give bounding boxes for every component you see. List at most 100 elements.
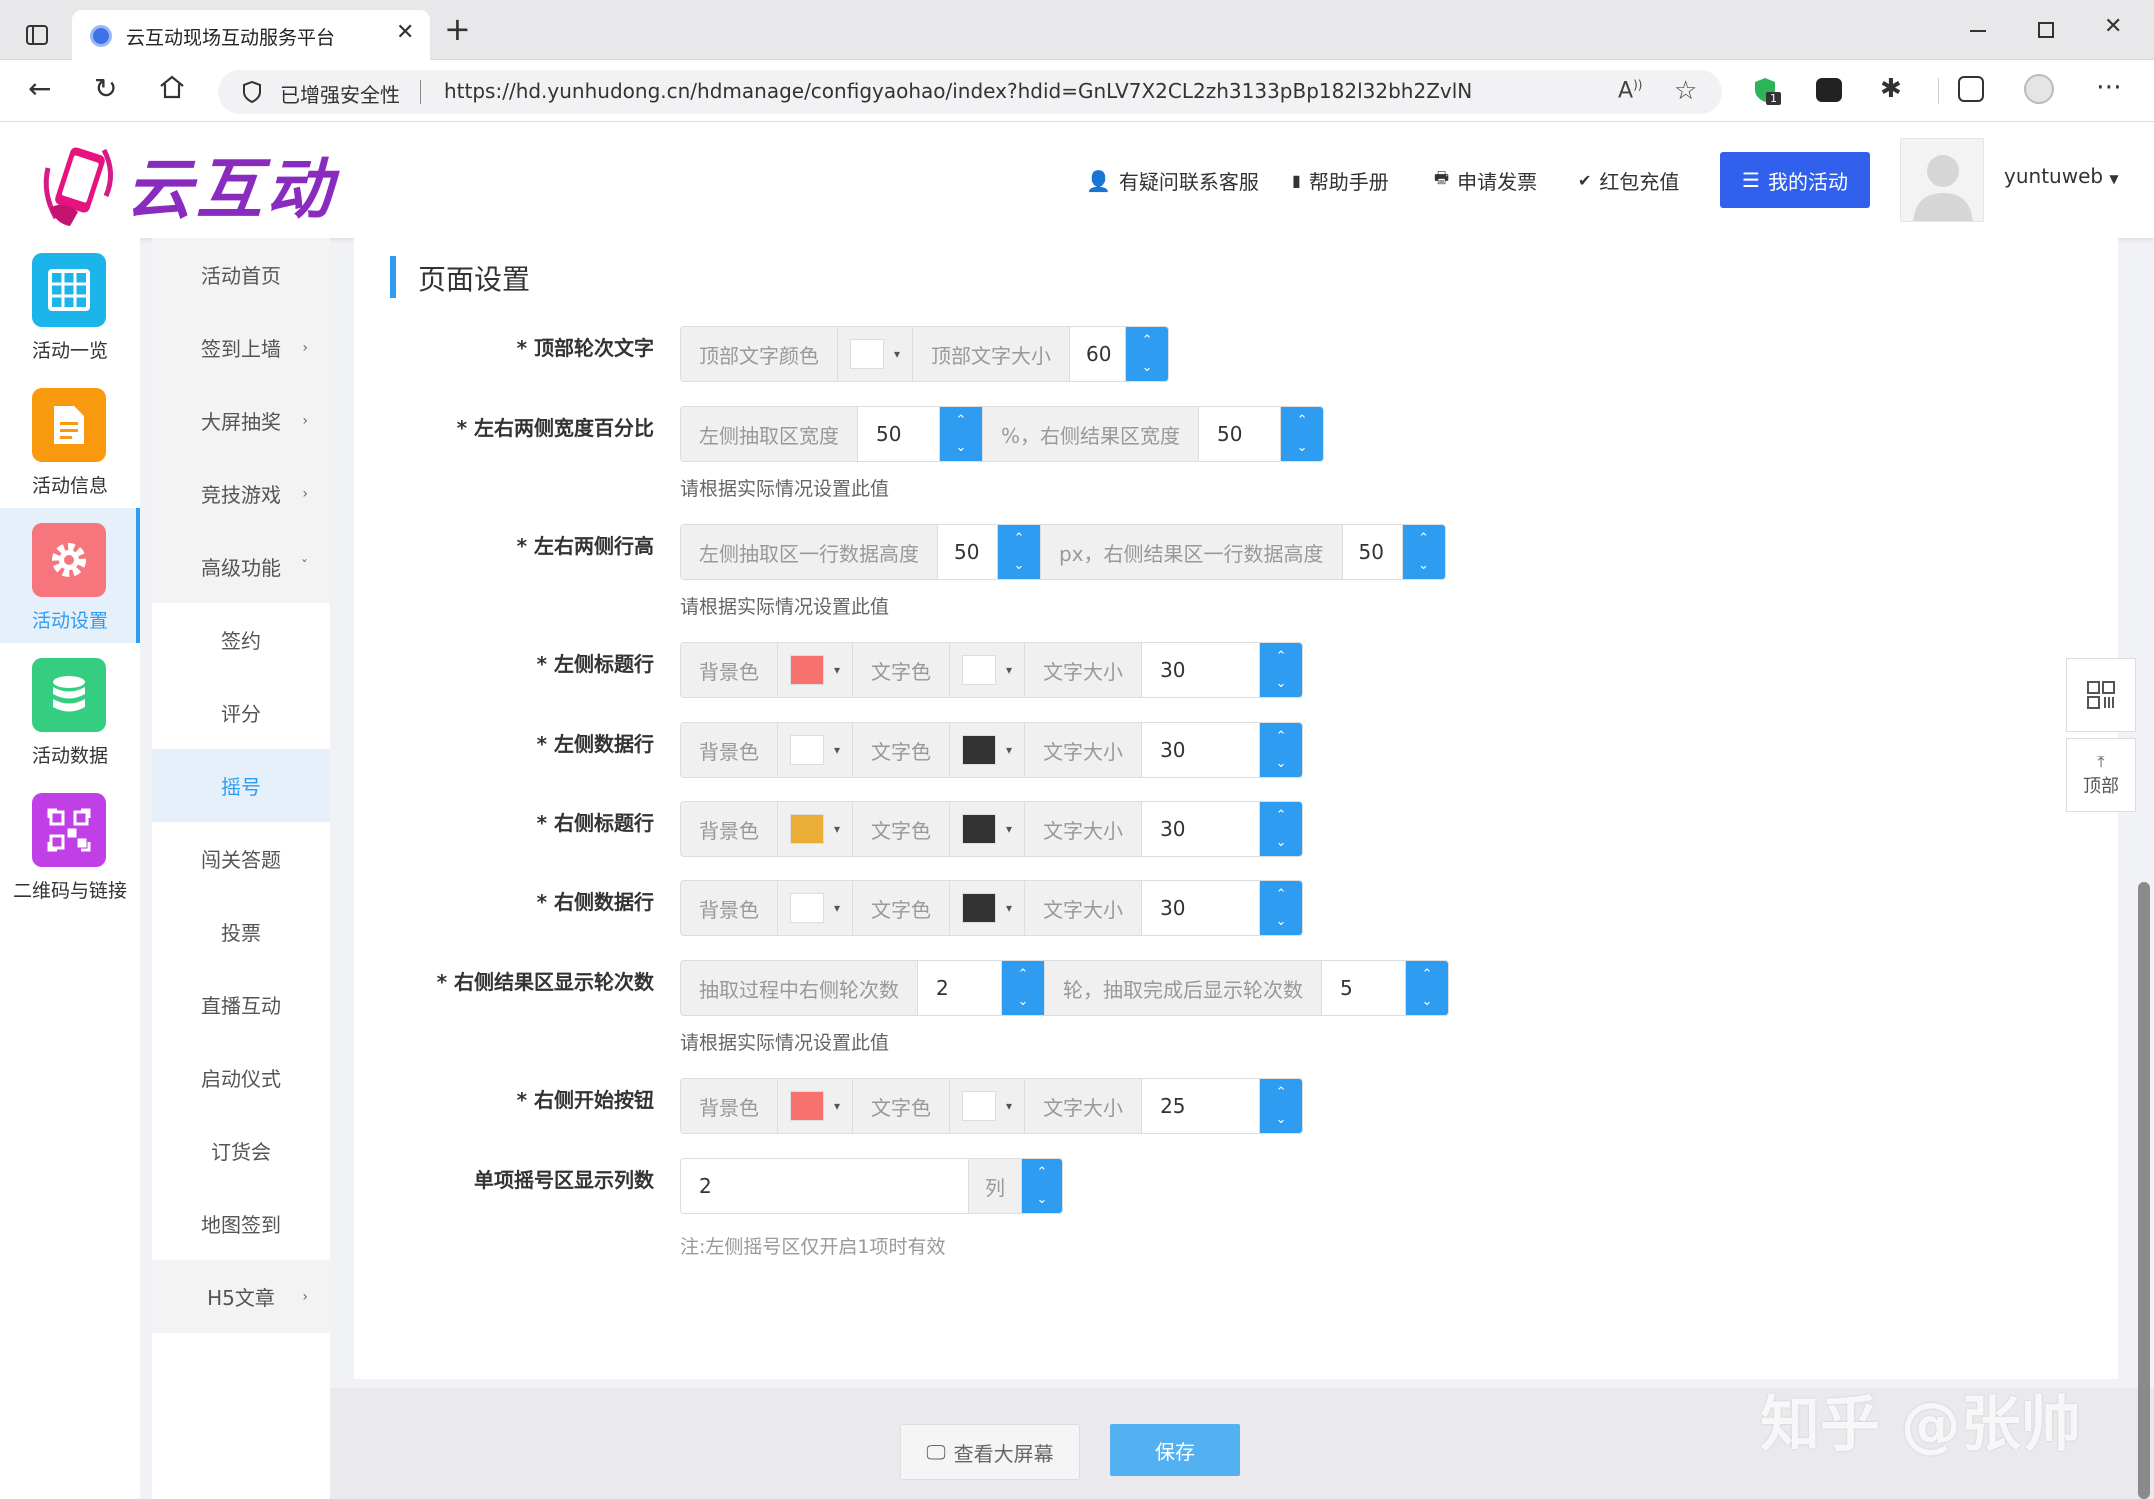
caret-down-icon[interactable]: ⌄ — [1037, 1192, 1048, 1207]
subnav-item-score[interactable]: 评分 — [152, 676, 330, 749]
caret-down-icon[interactable]: ⌄ — [1276, 835, 1287, 850]
caret-up-icon[interactable]: ⌃ — [1037, 1165, 1048, 1180]
bg-color-picker[interactable]: ▾ — [778, 723, 854, 777]
caret-down-icon[interactable]: ⌄ — [1276, 914, 1287, 929]
text-size-input[interactable]: 30 — [1142, 802, 1261, 856]
caret-down-icon[interactable]: ⌄ — [956, 440, 967, 455]
number-spinner[interactable]: ⌃ ⌄ — [940, 407, 982, 461]
subnav-item-h5[interactable]: H5文章 › — [152, 1260, 330, 1333]
username[interactable]: yuntuweb ▼ — [2004, 164, 2119, 188]
logo-text[interactable]: 云互动 — [126, 136, 336, 232]
caret-up-icon[interactable]: ⌃ — [1018, 967, 1029, 982]
process-rounds-input[interactable]: 2 — [918, 961, 1002, 1015]
text-color-picker[interactable]: ▾ — [950, 723, 1026, 777]
invoice-link[interactable]: 🖶 申请发票 — [1434, 166, 1537, 195]
number-spinner[interactable]: ⌃ ⌄ — [1022, 1159, 1062, 1213]
caret-up-icon[interactable]: ⌃ — [1297, 413, 1308, 428]
subnav-item-home[interactable]: 活动首页 — [152, 238, 330, 311]
caret-up-icon[interactable]: ⌃ — [1142, 333, 1153, 348]
subnav-item-live[interactable]: 直播互动 — [152, 968, 330, 1041]
left-width-input[interactable]: 50 — [858, 407, 940, 461]
tab-actions-icon[interactable] — [22, 20, 52, 50]
my-activity-button[interactable]: ☰ 我的活动 — [1720, 152, 1870, 208]
recharge-link[interactable]: ✔ 红包充值 — [1578, 166, 1679, 195]
text-color-picker[interactable]: ▾ — [950, 881, 1026, 935]
read-aloud-icon[interactable]: A)) — [1618, 78, 1642, 103]
save-button[interactable]: 保存 — [1110, 1424, 1240, 1476]
new-tab-icon[interactable]: + — [444, 13, 471, 45]
text-color-picker[interactable]: ▾ — [950, 802, 1026, 856]
number-spinner[interactable]: ⌃ ⌄ — [1281, 407, 1324, 461]
caret-down-icon[interactable]: ⌄ — [1297, 440, 1308, 455]
text-size-input[interactable]: 30 — [1142, 643, 1261, 697]
number-spinner[interactable]: ⌃ ⌄ — [1406, 961, 1448, 1015]
page-scrollbar[interactable] — [2138, 882, 2150, 1499]
back-icon[interactable]: ← — [28, 72, 51, 105]
bg-color-picker[interactable]: ▾ — [778, 643, 854, 697]
final-rounds-input[interactable]: 5 — [1322, 961, 1406, 1015]
caret-down-icon[interactable]: ⌄ — [1142, 360, 1153, 375]
subnav-item-map-checkin[interactable]: 地图签到 — [152, 1187, 330, 1260]
number-spinner[interactable]: ⌃ ⌄ — [998, 525, 1040, 579]
top-text-color-picker[interactable]: ▾ — [838, 327, 914, 381]
caret-up-icon[interactable]: ⌃ — [1422, 967, 1433, 982]
caret-down-icon[interactable]: ⌄ — [1014, 558, 1025, 573]
minimize-icon[interactable] — [1970, 30, 1986, 32]
subnav-item-yaohao[interactable]: 摇号 — [152, 749, 330, 822]
profile-icon[interactable] — [2024, 74, 2054, 104]
refresh-icon[interactable]: ↻ — [94, 72, 117, 105]
sidebar-item-activity-settings[interactable]: 活动设置 — [0, 508, 140, 643]
number-spinner[interactable]: ⌃ ⌄ — [1260, 802, 1303, 856]
more-menu-icon[interactable]: ⋯ — [2096, 72, 2122, 102]
qr-float-button[interactable] — [2066, 658, 2136, 732]
sidebar-item-activity-list[interactable]: 活动一览 — [0, 238, 140, 373]
number-spinner[interactable]: ⌃ ⌄ — [1260, 1079, 1303, 1133]
caret-down-icon[interactable]: ⌄ — [1422, 994, 1433, 1009]
extensions-puzzle-icon[interactable]: ✱ — [1880, 74, 1902, 104]
text-size-input[interactable]: 25 — [1142, 1079, 1261, 1133]
number-spinner[interactable]: ⌃ ⌄ — [1260, 723, 1303, 777]
caret-down-icon[interactable]: ⌄ — [1276, 1112, 1287, 1127]
address-bar[interactable]: 已增强安全性 https://hd.yunhudong.cn/hdmanage/… — [218, 70, 1722, 114]
caret-up-icon[interactable]: ⌃ — [1276, 808, 1287, 823]
top-text-size-input[interactable]: 60 — [1070, 327, 1127, 381]
caret-up-icon[interactable]: ⌃ — [956, 413, 967, 428]
caret-up-icon[interactable]: ⌃ — [1418, 531, 1429, 546]
subnav-item-games[interactable]: 竞技游戏 › — [152, 457, 330, 530]
view-big-screen-button[interactable]: 🖵 查看大屏幕 — [900, 1424, 1080, 1480]
text-size-input[interactable]: 30 — [1142, 881, 1261, 935]
sidebar-item-activity-data[interactable]: 活动数据 — [0, 643, 140, 778]
bg-color-picker[interactable]: ▾ — [778, 1079, 854, 1133]
contact-support-link[interactable]: 👤 有疑问联系客服 — [1086, 166, 1259, 195]
caret-up-icon[interactable]: ⌃ — [1276, 729, 1287, 744]
subnav-item-sign[interactable]: 签约 — [152, 603, 330, 676]
text-size-input[interactable]: 30 — [1142, 723, 1261, 777]
performance-icon[interactable] — [1958, 76, 1984, 102]
back-to-top-button[interactable]: ⤒ 顶部 — [2066, 738, 2136, 812]
caret-down-icon[interactable]: ⌄ — [1276, 756, 1287, 771]
columns-input[interactable]: 2 — [681, 1159, 969, 1213]
subnav-item-checkin[interactable]: 签到上墙 › — [152, 311, 330, 384]
favorite-add-icon[interactable]: ☆ — [1674, 76, 1697, 106]
subnav-item-order[interactable]: 订货会 — [152, 1114, 330, 1187]
subnav-item-quiz[interactable]: 闯关答题 — [152, 822, 330, 895]
sidebar-item-qrcode[interactable]: 二维码与链接 — [0, 778, 140, 913]
number-spinner[interactable]: ⌃ ⌄ — [1402, 525, 1445, 579]
maximize-icon[interactable] — [2038, 22, 2054, 38]
caret-up-icon[interactable]: ⌃ — [1276, 1085, 1287, 1100]
left-row-height-input[interactable]: 50 — [938, 525, 998, 579]
url-text[interactable]: https://hd.yunhudong.cn/hdmanage/configy… — [444, 79, 1472, 103]
caret-down-icon[interactable]: ⌄ — [1418, 558, 1429, 573]
caret-down-icon[interactable]: ⌄ — [1276, 676, 1287, 691]
bg-color-picker[interactable]: ▾ — [778, 802, 854, 856]
text-color-picker[interactable]: ▾ — [950, 1079, 1026, 1133]
caret-up-icon[interactable]: ⌃ — [1014, 531, 1025, 546]
caret-down-icon[interactable]: ⌄ — [1018, 994, 1029, 1009]
home-icon[interactable] — [158, 74, 186, 104]
browser-tab-active[interactable]: 云互动现场互动服务平台 ✕ — [72, 10, 430, 62]
right-row-height-input[interactable]: 50 — [1342, 525, 1403, 579]
help-manual-link[interactable]: ▮ 帮助手册 — [1292, 166, 1389, 195]
number-spinner[interactable]: ⌃ ⌄ — [1126, 327, 1169, 381]
tab-close-icon[interactable]: ✕ — [396, 20, 414, 45]
subnav-item-advanced[interactable]: 高级功能 ˇ — [152, 530, 330, 603]
